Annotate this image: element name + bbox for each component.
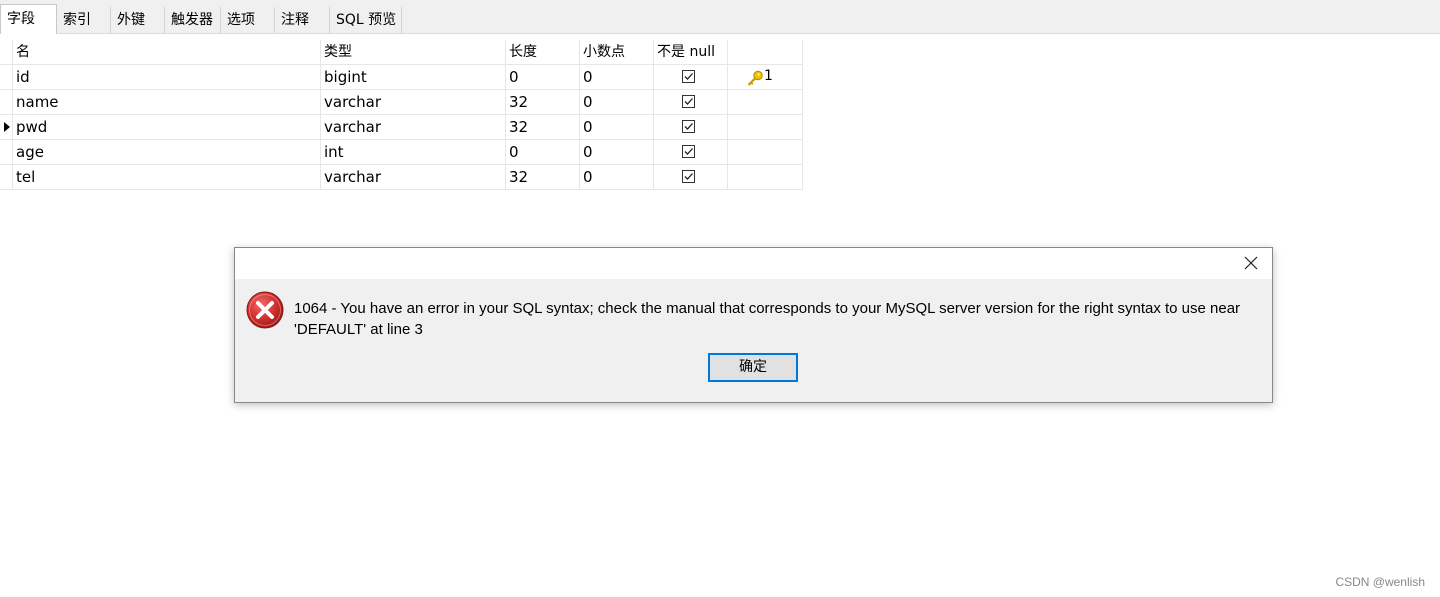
field-key-cell[interactable] bbox=[728, 90, 803, 115]
error-message: 1064 - You have an error in your SQL syn… bbox=[294, 300, 1241, 338]
field-name-cell[interactable]: name bbox=[13, 90, 321, 115]
column-header-length[interactable]: 长度 bbox=[506, 40, 580, 65]
field-not-null-cell bbox=[654, 140, 728, 165]
not-null-checkbox[interactable] bbox=[682, 70, 695, 83]
field-length-cell[interactable]: 32 bbox=[506, 115, 580, 140]
field-length-cell[interactable]: 0 bbox=[506, 65, 580, 90]
error-dialog: 1064 - You have an error in your SQL syn… bbox=[234, 247, 1273, 403]
not-null-checkbox[interactable] bbox=[682, 170, 695, 183]
row-indicator[interactable] bbox=[0, 65, 13, 90]
tab-triggers[interactable]: 触发器 bbox=[165, 7, 221, 33]
field-type-cell[interactable]: bigint bbox=[321, 65, 506, 90]
column-header-name[interactable]: 名 bbox=[13, 40, 321, 65]
field-not-null-cell bbox=[654, 165, 728, 190]
field-type-cell[interactable]: varchar bbox=[321, 90, 506, 115]
field-length-cell[interactable]: 0 bbox=[506, 140, 580, 165]
current-row-arrow-icon bbox=[4, 122, 10, 132]
field-key-cell[interactable] bbox=[728, 140, 803, 165]
column-header-key[interactable] bbox=[728, 40, 803, 65]
tab-foreign-keys[interactable]: 外键 bbox=[111, 7, 165, 33]
ok-button[interactable]: 确定 bbox=[708, 353, 798, 382]
field-decimals-cell[interactable]: 0 bbox=[580, 65, 654, 90]
field-not-null-cell bbox=[654, 115, 728, 140]
column-header-not-null[interactable]: 不是 null bbox=[654, 40, 728, 65]
field-name-cell[interactable]: pwd bbox=[13, 115, 321, 140]
field-key-cell[interactable] bbox=[728, 165, 803, 190]
field-name-cell[interactable]: tel bbox=[13, 165, 321, 190]
row-indicator[interactable] bbox=[0, 115, 13, 140]
tab-options[interactable]: 选项 bbox=[221, 7, 275, 33]
field-name-cell[interactable]: id bbox=[13, 65, 321, 90]
row-indicator[interactable] bbox=[0, 140, 13, 165]
tab-indexes[interactable]: 索引 bbox=[57, 7, 111, 33]
not-null-checkbox[interactable] bbox=[682, 95, 695, 108]
field-type-cell[interactable]: int bbox=[321, 140, 506, 165]
field-decimals-cell[interactable]: 0 bbox=[580, 115, 654, 140]
field-length-cell[interactable]: 32 bbox=[506, 90, 580, 115]
field-not-null-cell bbox=[654, 65, 728, 90]
grid-header: 名 类型 长度 小数点 不是 null bbox=[0, 40, 803, 65]
watermark: CSDN @wenlish bbox=[1335, 575, 1425, 589]
field-decimals-cell[interactable]: 0 bbox=[580, 165, 654, 190]
error-icon bbox=[245, 290, 285, 334]
header-indicator bbox=[0, 40, 13, 65]
table-row[interactable]: name varchar 32 0 bbox=[0, 90, 803, 115]
field-type-cell[interactable]: varchar bbox=[321, 115, 506, 140]
field-key-cell[interactable] bbox=[728, 115, 803, 140]
primary-key-order: 1 bbox=[764, 68, 773, 84]
tab-strip: 字段 索引 外键 触发器 选项 注释 SQL 预览 bbox=[0, 0, 1440, 34]
table-row[interactable]: tel varchar 32 0 bbox=[0, 165, 803, 190]
field-not-null-cell bbox=[654, 90, 728, 115]
not-null-checkbox[interactable] bbox=[682, 145, 695, 158]
row-indicator[interactable] bbox=[0, 90, 13, 115]
table-row[interactable]: age int 0 0 bbox=[0, 140, 803, 165]
tab-sql-preview[interactable]: SQL 预览 bbox=[330, 7, 402, 33]
field-name-cell[interactable]: age bbox=[13, 140, 321, 165]
tab-comments[interactable]: 注释 bbox=[275, 7, 330, 33]
row-indicator[interactable] bbox=[0, 165, 13, 190]
close-icon[interactable] bbox=[1244, 256, 1258, 270]
column-header-decimals[interactable]: 小数点 bbox=[580, 40, 654, 65]
field-type-cell[interactable]: varchar bbox=[321, 165, 506, 190]
table-row[interactable]: pwd varchar 32 0 bbox=[0, 115, 803, 140]
field-length-cell[interactable]: 32 bbox=[506, 165, 580, 190]
field-decimals-cell[interactable]: 0 bbox=[580, 90, 654, 115]
field-key-cell[interactable]: 1 bbox=[728, 65, 803, 90]
table-row[interactable]: id bigint 0 0 1 bbox=[0, 65, 803, 90]
not-null-checkbox[interactable] bbox=[682, 120, 695, 133]
column-header-type[interactable]: 类型 bbox=[321, 40, 506, 65]
field-decimals-cell[interactable]: 0 bbox=[580, 140, 654, 165]
tab-fields[interactable]: 字段 bbox=[0, 4, 57, 34]
dialog-titlebar[interactable] bbox=[235, 248, 1272, 279]
